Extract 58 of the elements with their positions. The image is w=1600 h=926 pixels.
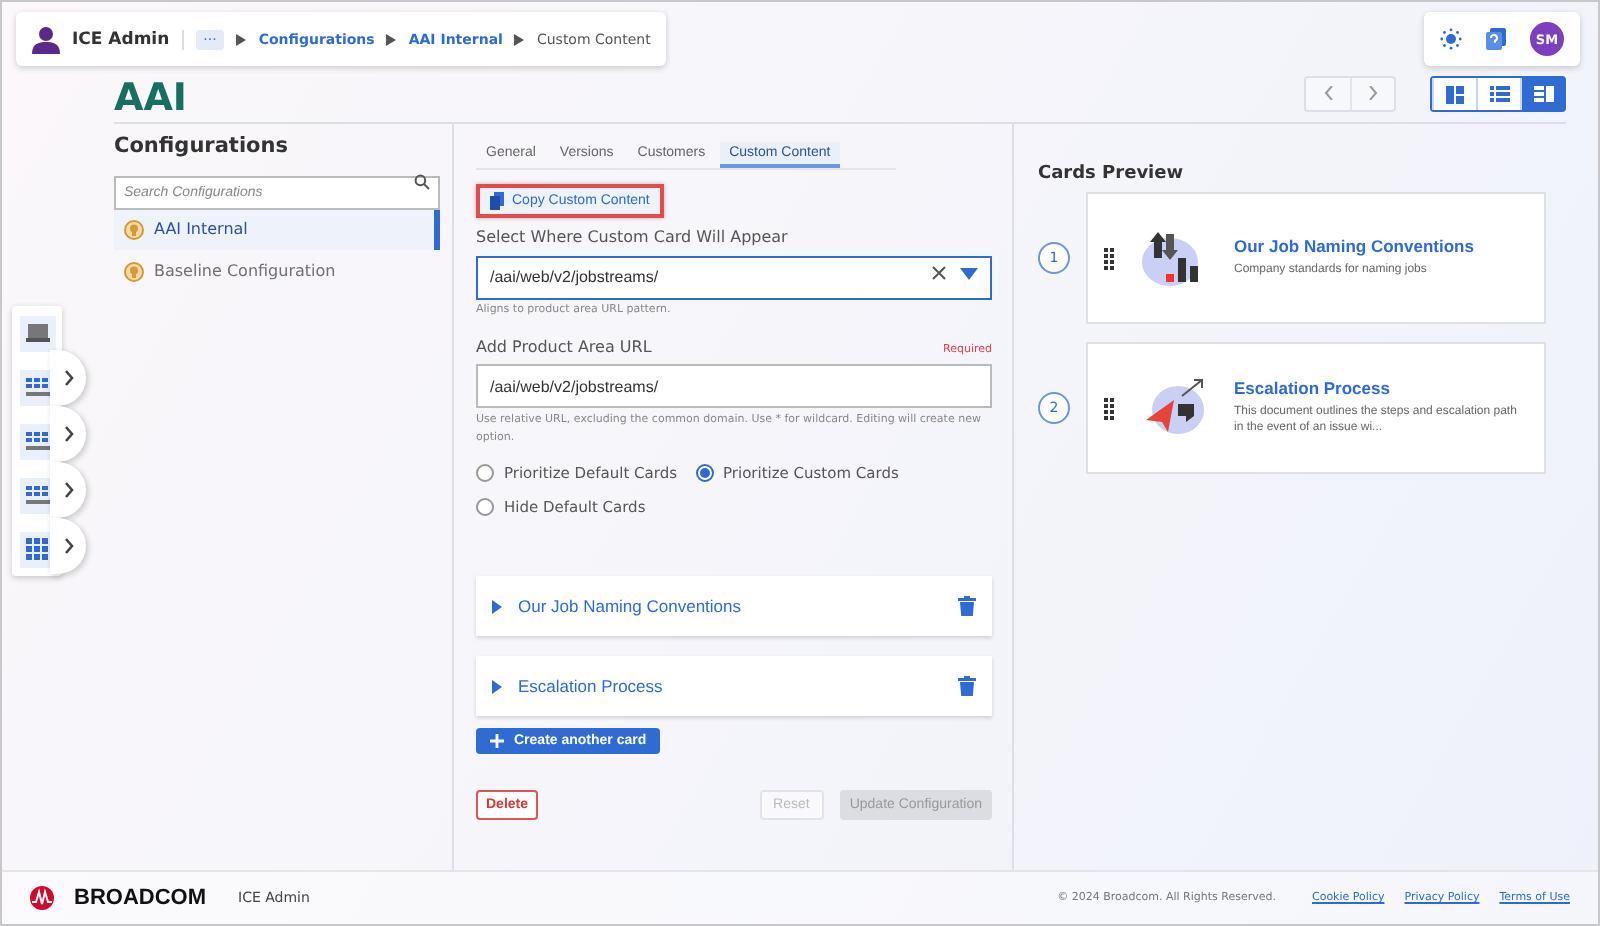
split-view-icon: [1533, 86, 1553, 102]
dock-button[interactable]: [19, 315, 55, 351]
help-icon[interactable]: [1486, 28, 1506, 50]
sidebar-item[interactable]: AAI Internal: [114, 208, 440, 250]
chevron-right-icon: [1368, 86, 1378, 100]
dropdown-caret-icon[interactable]: [960, 267, 978, 279]
caret-icon: [386, 33, 397, 45]
expand-tab[interactable]: [50, 462, 86, 518]
expand-tab[interactable]: [50, 406, 86, 462]
radio-button[interactable]: [476, 464, 494, 483]
drag-handle-icon[interactable]: [1104, 397, 1114, 419]
list-icon: [1489, 86, 1509, 102]
url-select[interactable]: /aai/web/v2/jobstreams/: [476, 255, 992, 299]
tiles-icon: [1446, 85, 1464, 103]
expand-tab[interactable]: [50, 350, 86, 406]
caret-icon: [236, 33, 247, 45]
url-input[interactable]: /aai/web/v2/jobstreams/: [476, 364, 992, 409]
radio-button[interactable]: [695, 464, 714, 483]
chevron-left-icon: [1323, 86, 1333, 100]
app-name: ICE Admin: [72, 29, 184, 49]
radio-button[interactable]: [476, 498, 494, 517]
grid-tray-icon: [25, 432, 49, 450]
caret-icon: [514, 33, 525, 45]
user-icon: [32, 25, 60, 53]
view-toggle[interactable]: [1520, 78, 1564, 110]
copy-icon: [490, 192, 504, 210]
chevron-right-icon: [63, 426, 73, 442]
clear-icon[interactable]: [932, 266, 946, 280]
trash-icon[interactable]: [958, 596, 976, 617]
chevron-right-icon: [63, 538, 73, 554]
apps-grid-icon: [26, 538, 48, 560]
card-title: Our Job Naming Conventions: [1234, 236, 1476, 257]
sidebar-heading: Configurations: [114, 134, 290, 158]
drag-handle-icon[interactable]: [1104, 247, 1114, 269]
sidebar-item[interactable]: Baseline Configuration: [114, 250, 440, 292]
caret-right-icon[interactable]: [492, 599, 502, 614]
plus-icon: [490, 734, 504, 749]
grid-tray-icon: [25, 486, 49, 504]
chevron-right-icon: [63, 370, 73, 386]
laptop-icon: [25, 324, 49, 342]
caret-right-icon[interactable]: [492, 679, 502, 694]
grid-tray-icon: [25, 378, 49, 396]
sun-icon[interactable]: [1440, 28, 1462, 50]
brand-name: BROADCOM: [74, 886, 206, 910]
expand-tab[interactable]: [50, 518, 86, 574]
bulb-icon: [124, 219, 144, 239]
field-label: Select Where Custom Card Will Appear: [476, 228, 788, 246]
card-title[interactable]: Escalation Process: [518, 676, 942, 697]
page-title: AAI: [114, 76, 187, 120]
bulb-icon: [124, 261, 144, 281]
trash-icon[interactable]: [958, 676, 976, 697]
card-title: Escalation Process: [1234, 378, 1392, 399]
preview-heading: Cards Preview: [1038, 164, 1186, 184]
field-label: Add Product Area URL: [476, 337, 652, 356]
logo-icon: [30, 886, 54, 910]
search-icon: [414, 174, 430, 190]
card-title[interactable]: Our Job Naming Conventions: [518, 596, 942, 617]
chevron-right-icon: [63, 482, 73, 498]
